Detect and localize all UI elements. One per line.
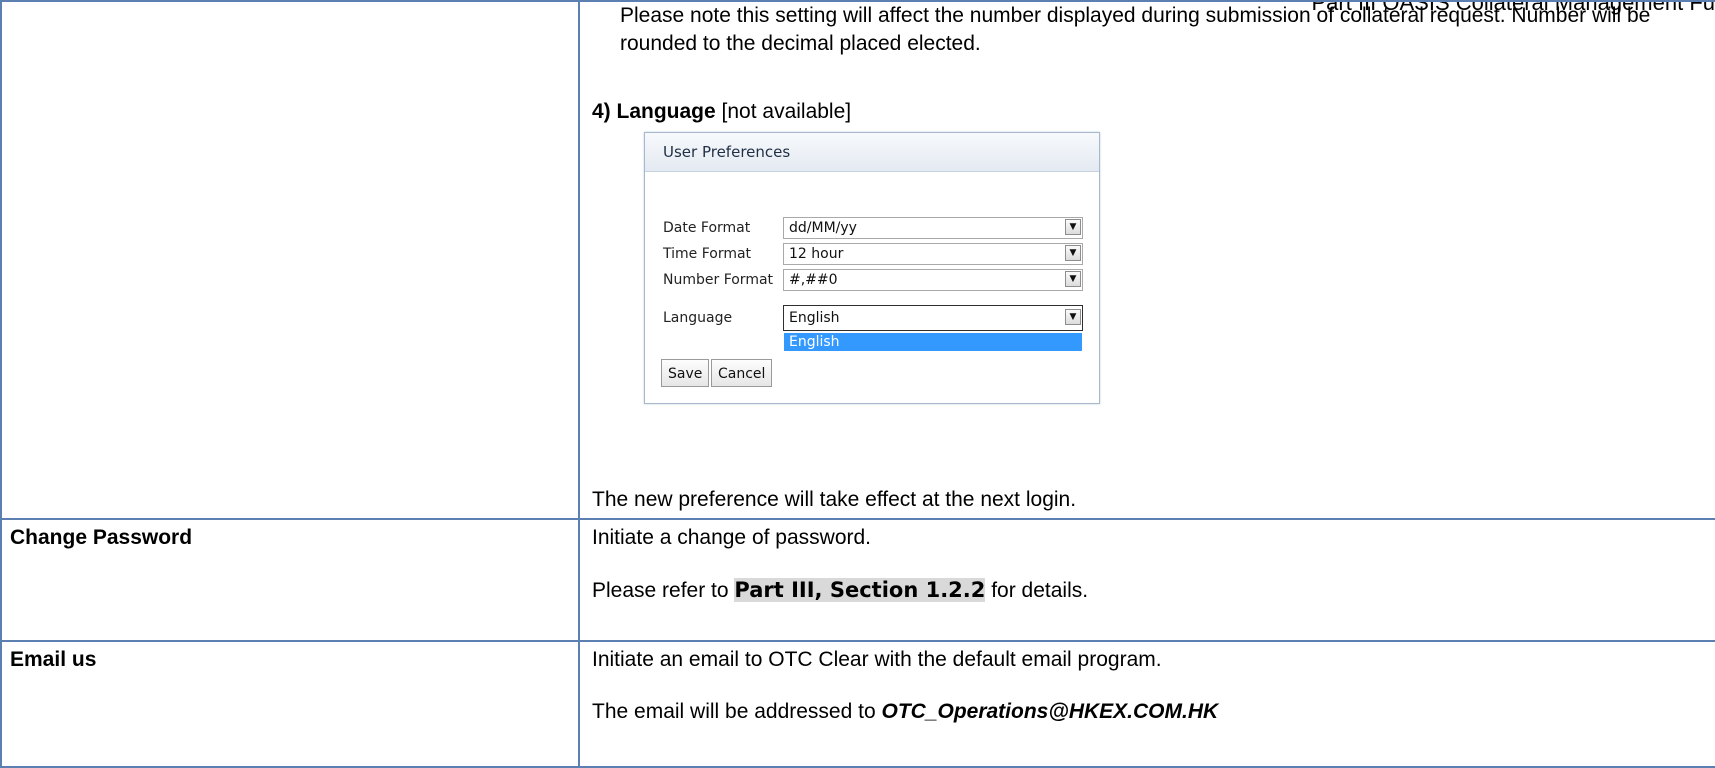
preference-effect-note: The new preference will take effect at t…	[592, 488, 1077, 511]
change-password-label: Change Password	[0, 518, 580, 642]
reference-suffix: for details.	[985, 579, 1089, 602]
language-heading-note: [not available]	[715, 100, 852, 123]
language-select[interactable]: English ▼	[783, 305, 1083, 331]
table-row-change-password: Change Password Initiate a change of pas…	[0, 518, 1715, 642]
email-address-prefix: The email will be addressed to	[592, 700, 882, 723]
table-row-preferences: Please note this setting will affect the…	[0, 0, 1715, 520]
date-format-label: Date Format	[663, 220, 751, 236]
change-password-reference: Please refer to Part III, Section 1.2.2 …	[592, 576, 1715, 605]
preferences-label-cell	[0, 0, 580, 520]
time-format-value: 12 hour	[789, 246, 844, 262]
number-format-select[interactable]: #,##0 ▼	[783, 269, 1083, 291]
table-row-email-us: Email us Initiate an email to OTC Clear …	[0, 640, 1715, 768]
language-label: Language	[663, 310, 733, 326]
change-password-description-cell: Initiate a change of password. Please re…	[578, 518, 1715, 642]
email-us-description-cell: Initiate an email to OTC Clear with the …	[578, 640, 1715, 768]
language-value: English	[789, 310, 840, 326]
preferences-description-cell: Please note this setting will affect the…	[578, 0, 1715, 520]
language-heading: 4) Language [not available]	[592, 98, 1715, 126]
section-reference-link[interactable]: Part III, Section 1.2.2	[734, 578, 986, 602]
dropdown-arrow-icon[interactable]: ▼	[1065, 245, 1081, 261]
decimal-note: Please note this setting will affect the…	[620, 4, 1651, 55]
user-preferences-dialog: User Preferences Date Format dd/MM/yy ▼ …	[644, 132, 1100, 404]
email-us-label: Email us	[0, 640, 580, 768]
cancel-button[interactable]: Cancel	[711, 359, 773, 387]
number-format-label: Number Format	[663, 272, 774, 288]
number-format-value: #,##0	[789, 272, 838, 288]
email-address-line: The email will be addressed to OTC_Opera…	[592, 698, 1715, 726]
dialog-title: User Preferences	[645, 133, 1099, 172]
save-button[interactable]: Save	[661, 359, 710, 387]
language-heading-title: 4) Language	[592, 100, 716, 123]
date-format-value: dd/MM/yy	[789, 220, 857, 236]
language-option-highlighted[interactable]: English	[784, 333, 1082, 351]
dropdown-arrow-icon[interactable]: ▼	[1065, 219, 1081, 235]
function-table: Please note this setting will affect the…	[0, 0, 1715, 768]
time-format-select[interactable]: 12 hour ▼	[783, 243, 1083, 265]
reference-prefix: Please refer to	[592, 579, 735, 602]
email-us-line: Initiate an email to OTC Clear with the …	[592, 648, 1162, 671]
email-address[interactable]: OTC_Operations@HKEX.COM.HK	[881, 700, 1218, 723]
dropdown-arrow-icon[interactable]: ▼	[1065, 271, 1081, 287]
date-format-select[interactable]: dd/MM/yy ▼	[783, 217, 1083, 239]
time-format-label: Time Format	[663, 246, 752, 262]
change-password-line: Initiate a change of password.	[592, 526, 872, 549]
dropdown-arrow-icon[interactable]: ▼	[1065, 309, 1081, 325]
